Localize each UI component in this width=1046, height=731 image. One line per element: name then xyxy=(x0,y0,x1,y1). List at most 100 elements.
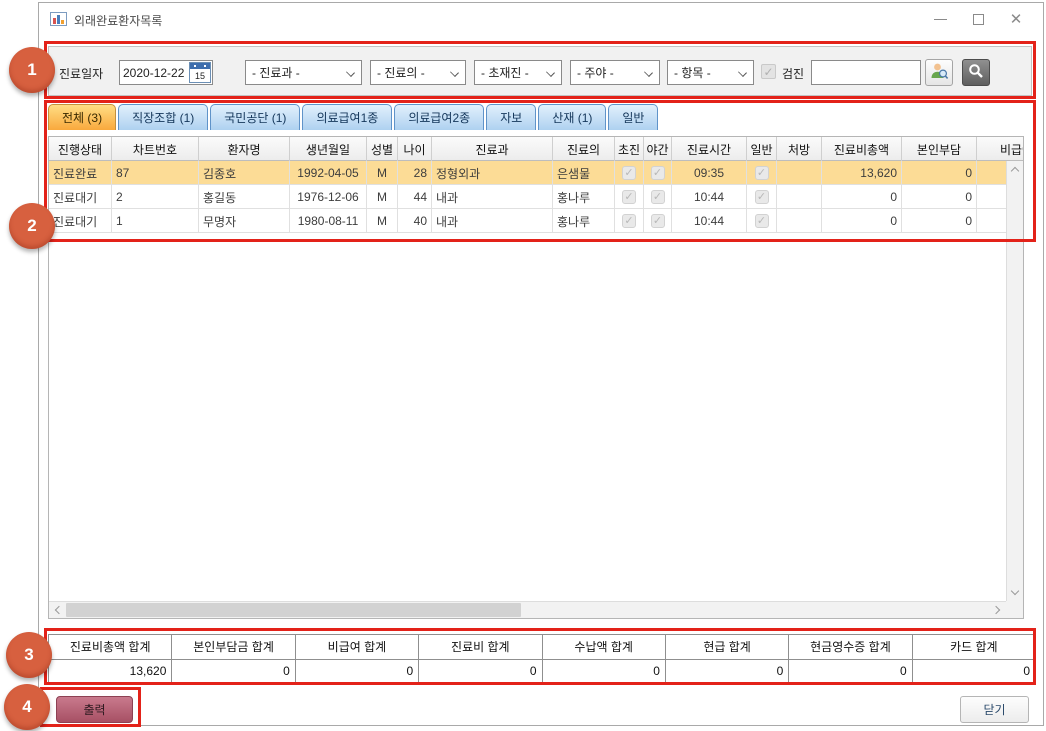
column-header[interactable]: 본인부담 xyxy=(902,137,977,161)
table-cell: 40 xyxy=(398,209,432,233)
scroll-up-icon[interactable] xyxy=(1011,167,1019,175)
checked-checkbox-icon: ✓ xyxy=(622,166,636,180)
print-button[interactable]: 출력 xyxy=(56,696,133,723)
horizontal-scrollbar[interactable] xyxy=(49,601,1006,618)
summary-value-cell: 0 xyxy=(172,660,295,684)
column-header[interactable]: 일반 xyxy=(747,137,777,161)
chevron-down-icon xyxy=(450,68,459,77)
column-header[interactable]: 진료과 xyxy=(432,137,553,161)
summary-value-cell: 0 xyxy=(666,660,789,684)
tab-bar: 전체 (3)직장조합 (1)국민공단 (1)의료급여1종의료급여2종자보산재 (… xyxy=(48,104,658,131)
tab-6[interactable]: 자보 xyxy=(486,104,536,130)
tab-8[interactable]: 일반 xyxy=(608,104,658,130)
table-cell: 0 xyxy=(902,209,977,233)
date-label: 진료일자 xyxy=(59,65,103,82)
app-window: 외래완료환자목록 ✕ 진료일자 15 - 진료과 - - 진료의 - - 초재진… xyxy=(38,2,1044,726)
chevron-down-icon xyxy=(738,68,747,77)
table-cell: 87 xyxy=(112,161,199,185)
checkup-checkbox[interactable]: ✓ xyxy=(761,64,776,79)
tab-3[interactable]: 국민공단 (1) xyxy=(210,104,300,130)
table-cell: ✓ xyxy=(644,185,672,209)
summary-table: 진료비총액 합계본인부담금 합계비급여 합계진료비 합계수납액 합계현급 합계현… xyxy=(48,634,1036,684)
table-cell: 김종호 xyxy=(199,161,290,185)
title-bar: 외래완료환자목록 ✕ xyxy=(39,3,1043,35)
summary-header-row: 진료비총액 합계본인부담금 합계비급여 합계진료비 합계수납액 합계현급 합계현… xyxy=(49,635,1035,660)
table-cell: M xyxy=(367,161,398,185)
column-header[interactable]: 처방 xyxy=(777,137,822,161)
column-header[interactable]: 진료비총액 xyxy=(822,137,902,161)
window-controls: ✕ xyxy=(921,3,1035,35)
column-header[interactable]: 진료의 xyxy=(553,137,615,161)
column-header[interactable]: 진료시간 xyxy=(672,137,747,161)
tab-5[interactable]: 의료급여2종 xyxy=(394,104,484,130)
checked-checkbox-icon: ✓ xyxy=(622,190,636,204)
annotation-circle-1: 1 xyxy=(9,47,55,93)
table-cell: 0 xyxy=(902,185,977,209)
table-cell: ✓ xyxy=(747,185,777,209)
scrollbar-thumb[interactable] xyxy=(66,603,521,617)
table-cell xyxy=(777,209,822,233)
chart-icon xyxy=(50,12,67,26)
checked-checkbox-icon: ✓ xyxy=(651,214,665,228)
calendar-icon[interactable]: 15 xyxy=(189,62,211,83)
column-header[interactable]: 성별 xyxy=(367,137,398,161)
vertical-scrollbar[interactable] xyxy=(1006,161,1023,601)
table-cell: ✓ xyxy=(615,209,644,233)
maximize-icon[interactable] xyxy=(959,3,997,35)
close-icon[interactable]: ✕ xyxy=(997,3,1035,35)
scroll-down-icon[interactable] xyxy=(1011,587,1019,595)
patient-search-button[interactable] xyxy=(925,59,953,86)
scroll-left-icon[interactable] xyxy=(55,606,63,614)
scrollbar-corner xyxy=(1006,601,1023,618)
chevron-down-icon xyxy=(644,68,653,77)
column-header[interactable]: 환자명 xyxy=(199,137,290,161)
dropdown-item[interactable]: - 항목 - xyxy=(667,60,754,85)
column-header[interactable]: 차트번호 xyxy=(112,137,199,161)
column-header[interactable]: 나이 xyxy=(398,137,432,161)
search-input[interactable] xyxy=(811,60,921,85)
scroll-right-icon[interactable] xyxy=(992,606,1000,614)
close-button[interactable]: 닫기 xyxy=(960,696,1029,723)
date-input[interactable] xyxy=(123,63,187,82)
chevron-down-icon xyxy=(346,68,355,77)
table-cell: ✓ xyxy=(615,185,644,209)
column-header[interactable]: 진행상태 xyxy=(49,137,112,161)
table-cell: 진료대기 xyxy=(49,209,112,233)
table-cell xyxy=(777,161,822,185)
search-icon xyxy=(967,62,985,80)
table-cell: 10:44 xyxy=(672,209,747,233)
table-cell: ✓ xyxy=(644,209,672,233)
dropdown-department[interactable]: - 진료과 - xyxy=(245,60,362,85)
summary-value-cell: 13,620 xyxy=(49,660,172,684)
column-header[interactable]: 초진 xyxy=(615,137,644,161)
summary-value-cell: 0 xyxy=(913,660,1035,684)
dropdown-daynight[interactable]: - 주야 - xyxy=(570,60,660,85)
summary-value-cell: 0 xyxy=(789,660,912,684)
minimize-icon[interactable] xyxy=(921,3,959,35)
table-cell: 0 xyxy=(902,161,977,185)
table-row[interactable]: 진료대기2홍길동1976-12-06M44내과홍나루✓✓10:44✓000 xyxy=(49,185,1023,209)
column-header[interactable]: 생년월일 xyxy=(290,137,367,161)
table-cell: 09:35 xyxy=(672,161,747,185)
column-header[interactable]: 비급여 xyxy=(977,137,1024,161)
summary-header-cell: 비급여 합계 xyxy=(296,635,419,659)
tab-7[interactable]: 산재 (1) xyxy=(538,104,606,130)
table-cell: 내과 xyxy=(432,209,553,233)
search-button[interactable] xyxy=(962,59,990,86)
summary-value-row: 13,6200000000 xyxy=(49,660,1035,684)
column-header[interactable]: 야간 xyxy=(644,137,672,161)
tab-4[interactable]: 의료급여1종 xyxy=(302,104,392,130)
dropdown-doctor[interactable]: - 진료의 - xyxy=(370,60,466,85)
table-cell: 홍나루 xyxy=(553,209,615,233)
checked-checkbox-icon: ✓ xyxy=(651,166,665,180)
chevron-down-icon xyxy=(546,68,555,77)
summary-header-cell: 현금영수증 합계 xyxy=(789,635,912,659)
table-row[interactable]: 진료대기1무명자1980-08-11M40내과홍나루✓✓10:44✓000 xyxy=(49,209,1023,233)
table-cell: 1976-12-06 xyxy=(290,185,367,209)
annotation-circle-2: 2 xyxy=(9,203,55,249)
tab-1[interactable]: 전체 (3) xyxy=(48,104,116,130)
table-cell: 무명자 xyxy=(199,209,290,233)
tab-2[interactable]: 직장조합 (1) xyxy=(118,104,208,130)
dropdown-visit-type[interactable]: - 초재진 - xyxy=(474,60,562,85)
table-row[interactable]: 진료완료87김종호1992-04-05M28정형외과은샘물✓✓09:35✓13,… xyxy=(49,161,1023,185)
